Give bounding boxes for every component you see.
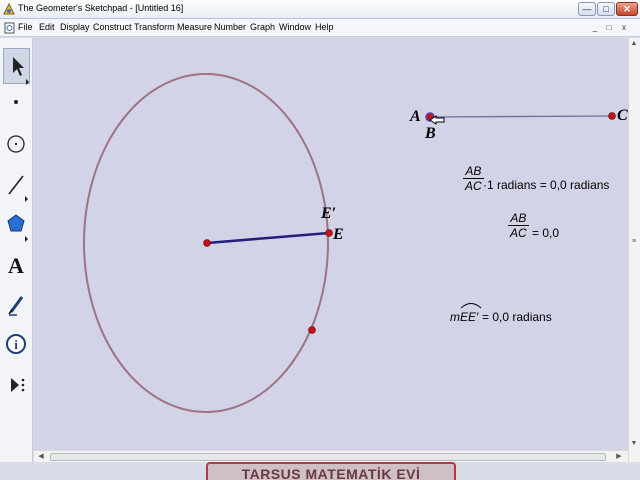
label-E-prime[interactable]: E′	[321, 205, 336, 223]
circle-icon	[7, 135, 25, 153]
vertical-scrollbar[interactable]: ▲ ≡ ▼	[628, 38, 640, 462]
horizontal-scroll-thumb[interactable]	[50, 453, 606, 461]
compass-tool[interactable]	[3, 126, 30, 162]
segment-AC[interactable]	[429, 115, 613, 118]
menu-help[interactable]: Help	[315, 22, 334, 32]
arrow-icon	[13, 57, 29, 85]
document-icon[interactable]	[4, 22, 15, 34]
polygon-tool[interactable]	[3, 206, 30, 242]
sketch-canvas[interactable]: A B C E′ E AB AC ·1 radians = 0,0 radian…	[34, 38, 628, 450]
sketchpad-app-icon	[3, 3, 15, 15]
menu-number[interactable]: Number	[214, 22, 246, 32]
denominator: AC	[465, 179, 482, 193]
horizontal-scrollbar[interactable]: ◀ ▶	[34, 450, 628, 462]
information-tool[interactable]: i	[3, 326, 30, 362]
svg-text:A: A	[8, 253, 24, 278]
fraction-AB-AC: AB AC	[508, 211, 529, 240]
label-C[interactable]: C	[617, 107, 628, 125]
menu-bar: File Edit Display Construct Transform Me…	[0, 19, 640, 37]
minimize-button[interactable]: —	[578, 2, 596, 16]
document-restore-button[interactable]: □	[603, 22, 615, 34]
menu-file[interactable]: File	[18, 22, 33, 32]
segment-icon	[8, 175, 28, 202]
document-minimize-button[interactable]: _	[589, 22, 601, 34]
point-on-circle[interactable]	[308, 326, 316, 334]
scroll-grip-icon[interactable]: ≡	[629, 238, 639, 245]
radius-segment[interactable]	[206, 231, 330, 245]
menu-transform[interactable]: Transform	[134, 22, 175, 32]
point-icon	[14, 100, 18, 104]
maximize-button[interactable]: □	[597, 2, 615, 16]
straightedge-tool[interactable]	[3, 166, 30, 202]
arc-prefix: m	[450, 310, 460, 324]
document-close-button[interactable]: x	[618, 22, 630, 34]
custom-tool[interactable]	[3, 366, 30, 402]
denominator: AC	[510, 226, 527, 240]
scroll-up-arrow-icon[interactable]: ▲	[629, 40, 639, 47]
measurement-value: = 0,0 radians	[482, 310, 552, 324]
measurement-value: = 0,0	[532, 226, 560, 240]
scroll-right-arrow-icon[interactable]: ▶	[614, 452, 624, 460]
text-tool[interactable]: A	[3, 246, 30, 282]
menu-graph[interactable]: Graph	[250, 22, 275, 32]
point-E[interactable]	[325, 229, 333, 237]
label-A[interactable]: A	[410, 108, 421, 126]
label-B[interactable]: B	[425, 125, 436, 143]
measurement-value: ·1 radians = 0,0 radians	[483, 178, 610, 192]
sketch-drawing	[83, 73, 616, 413]
arc-symbol-icon	[460, 303, 482, 309]
menu-window[interactable]: Window	[279, 22, 311, 32]
fraction-AB-AC: AB AC	[463, 164, 484, 193]
menu-measure[interactable]: Measure	[177, 22, 212, 32]
scroll-down-arrow-icon[interactable]: ▼	[629, 440, 639, 447]
menu-edit[interactable]: Edit	[39, 22, 55, 32]
arc-name: EE′	[460, 310, 479, 324]
toolbox: A i	[0, 38, 33, 462]
numerator: AB	[463, 164, 484, 179]
close-button[interactable]: ✕	[616, 2, 638, 16]
numerator: AB	[508, 211, 529, 226]
svg-text:i: i	[14, 337, 18, 352]
scroll-left-arrow-icon[interactable]: ◀	[36, 452, 46, 460]
polygon-icon	[7, 214, 28, 242]
point-C[interactable]	[608, 112, 616, 120]
label-E[interactable]: E	[333, 226, 344, 244]
watermark-banner: TARSUS MATEMATİK EVİ	[206, 462, 456, 480]
arrow-tool[interactable]	[3, 48, 30, 85]
title-bar: The Geometer's Sketchpad - [Untitled 16]…	[0, 0, 640, 19]
menu-display[interactable]: Display	[60, 22, 90, 32]
info-icon: i	[6, 334, 26, 354]
text-icon: A	[8, 253, 24, 278]
center-point[interactable]	[203, 239, 211, 247]
marker-tool[interactable]	[3, 286, 30, 322]
menu-construct[interactable]: Construct	[93, 22, 132, 32]
pencil-icon	[8, 296, 24, 316]
point-tool[interactable]	[3, 86, 30, 122]
custom-tool-icon	[11, 378, 25, 392]
window-title: The Geometer's Sketchpad - [Untitled 16]	[18, 3, 184, 13]
